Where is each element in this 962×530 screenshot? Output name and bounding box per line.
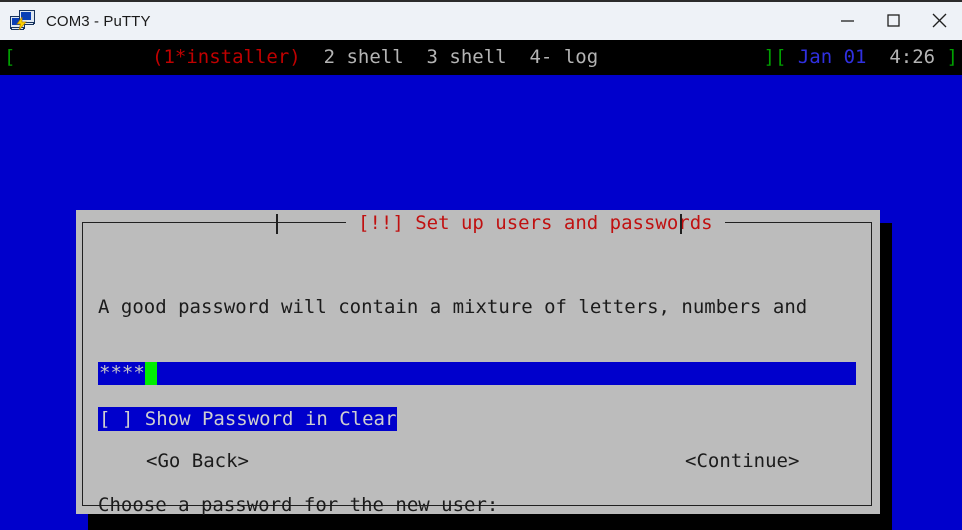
minimize-button[interactable] (824, 1, 870, 39)
tmux-window-list: (1*installer) 2 shell 3 shell 4- log (152, 40, 598, 75)
tmux-window-others[interactable]: 2 shell 3 shell 4- log (301, 46, 599, 68)
tmux-date: Jan 01 (786, 46, 878, 68)
tmux-time: 4:26 (877, 46, 947, 68)
putty-icon (10, 9, 36, 33)
window-controls (824, 1, 962, 41)
terminal-screen: [!!] Set up users and passwords A good p… (0, 75, 962, 530)
window-titlebar: COM3 - PuTTY (0, 0, 962, 40)
tmux-right-close-bracket: ] (763, 46, 775, 68)
window-title: COM3 - PuTTY (46, 12, 151, 30)
password-input[interactable]: **** (98, 362, 856, 385)
dialog-buttons: <Go Back> <Continue> (98, 450, 858, 474)
text-cursor-block (144, 362, 157, 385)
dialog-title-tick-left (276, 214, 278, 234)
tmux-status-bar: [ (1*installer) 2 shell 3 shell 4- log ]… (0, 40, 962, 75)
dialog-title-tick-right (680, 214, 682, 234)
password-prompt: Choose a password for the new user: (98, 494, 499, 516)
continue-button[interactable]: <Continue> (685, 450, 799, 472)
putty-window: COM3 - PuTTY [ (1*installer) 2 shell 3 s… (0, 0, 962, 530)
installer-dialog: [!!] Set up users and passwords A good p… (76, 210, 880, 516)
show-password-checkbox[interactable]: [ ] Show Password in Clear (98, 407, 398, 431)
tmux-right-open-bracket: [ (774, 46, 787, 68)
close-button[interactable] (916, 1, 962, 39)
dialog-body-text: A good password will contain a mixture o… (98, 252, 858, 530)
tmux-left-bracket: [ (4, 46, 16, 68)
password-masked-value: **** (99, 362, 145, 384)
go-back-button[interactable]: <Go Back> (146, 450, 249, 472)
dialog-title: [!!] Set up users and passwords (346, 210, 725, 236)
tmux-right-end-bracket: ] (946, 46, 958, 68)
tmux-right-status: ][ Jan 01 4:26 ] (763, 40, 958, 75)
tmux-window-active[interactable]: (1*installer) (152, 46, 301, 68)
body-line-1: A good password will contain a mixture o… (98, 296, 808, 318)
maximize-button[interactable] (870, 1, 916, 39)
